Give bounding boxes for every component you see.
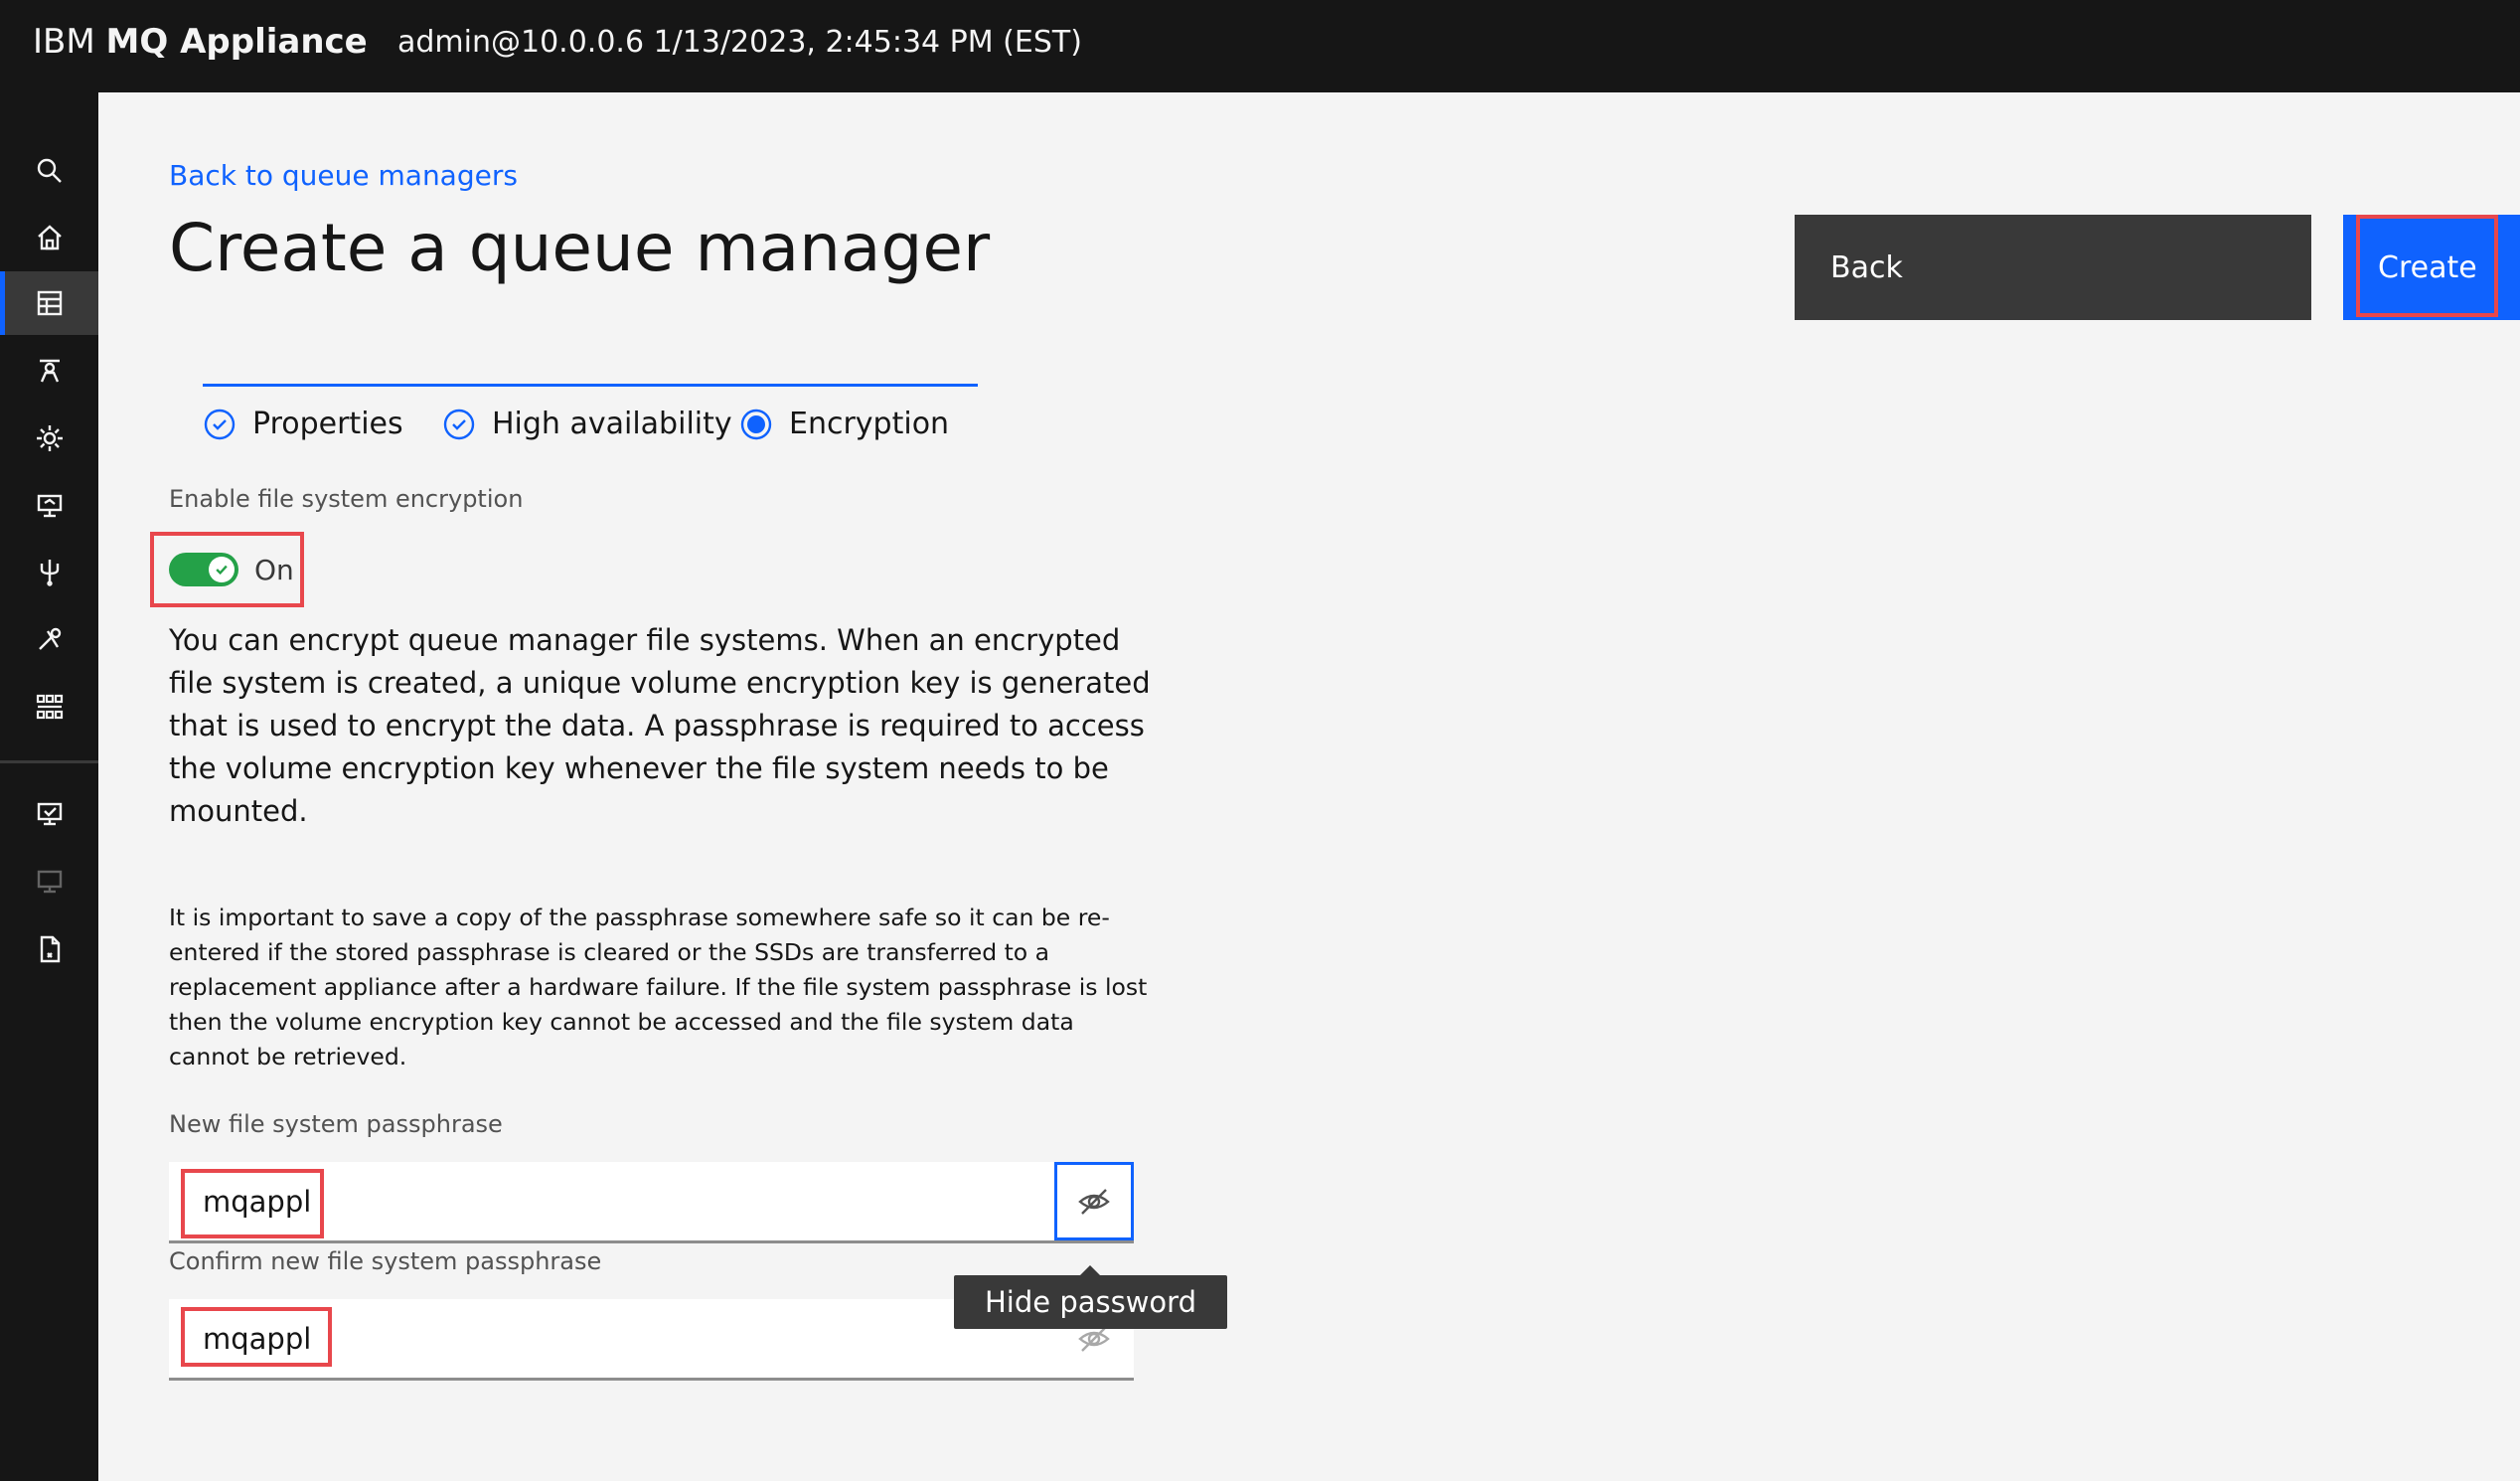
new-passphrase-label: New file system passphrase	[169, 1110, 503, 1138]
toggle-knob	[209, 557, 235, 582]
new-passphrase-input[interactable]	[169, 1162, 1043, 1240]
step-encryption[interactable]: Encryption	[739, 407, 949, 441]
main-content: Back to queue managers Create a queue ma…	[98, 92, 2520, 1481]
toggle-state-text: On	[254, 553, 294, 586]
monitor-disabled-icon	[37, 870, 62, 894]
hide-password-button[interactable]	[1054, 1162, 1134, 1240]
session-info: admin@10.0.0.6 1/13/2023, 2:45:34 PM (ES…	[397, 25, 1082, 60]
step-label: Properties	[252, 407, 403, 441]
sidebar-item-files[interactable]	[0, 917, 98, 981]
sidebar-item-search[interactable]	[0, 139, 98, 203]
progress-indicator-line	[203, 384, 978, 387]
sidebar-item-monitor-disabled	[0, 850, 98, 913]
eye-off-icon	[1078, 1188, 1110, 1215]
sidebar-item-queue-managers[interactable]	[0, 271, 98, 335]
monitor-check-icon	[37, 802, 62, 826]
encryption-description: You can encrypt queue manager file syste…	[169, 623, 1151, 828]
encryption-toggle-label: Enable file system encryption	[169, 485, 524, 513]
encryption-toggle[interactable]: On	[169, 553, 294, 586]
queue-managers-icon	[37, 290, 62, 316]
step-label: High availability	[492, 407, 732, 441]
page-title: Create a queue manager	[169, 210, 991, 286]
tools-icon	[38, 627, 61, 650]
new-passphrase-field	[169, 1162, 1134, 1243]
checkmark-outline-icon	[204, 409, 236, 439]
sidebar-item-tools[interactable]	[0, 607, 98, 671]
side-nav	[0, 92, 98, 1481]
grid-apps-icon	[36, 694, 63, 720]
current-step-icon	[740, 409, 772, 439]
network-icon	[37, 494, 62, 518]
step-high-availability[interactable]: High availability	[442, 407, 732, 441]
step-label: Encryption	[789, 407, 950, 441]
checkmark-outline-icon	[443, 409, 475, 439]
home-icon	[37, 225, 62, 250]
usb-icon	[40, 560, 59, 586]
sidebar-divider	[0, 760, 98, 763]
file-icon	[40, 935, 60, 963]
messaging-icon	[39, 359, 60, 383]
toggle-track[interactable]	[169, 553, 238, 586]
passphrase-warning: It is important to save a copy of the pa…	[169, 904, 1148, 1070]
sidebar-item-monitor[interactable]	[0, 782, 98, 846]
sidebar-item-apps[interactable]	[0, 675, 98, 739]
step-properties[interactable]: Properties	[203, 407, 403, 441]
hide-password-tooltip: Hide password	[954, 1265, 1227, 1329]
gear-icon	[36, 425, 63, 451]
back-to-queue-managers-link[interactable]: Back to queue managers	[169, 159, 518, 192]
app-brand[interactable]: IBM MQ Appliance	[33, 22, 368, 62]
checkmark-icon	[216, 565, 228, 576]
sidebar-item-usb[interactable]	[0, 540, 98, 603]
sidebar-item-messaging[interactable]	[0, 339, 98, 403]
sidebar-item-home[interactable]	[0, 206, 98, 269]
create-button[interactable]: Create	[2343, 215, 2520, 320]
sidebar-item-network[interactable]	[0, 474, 98, 538]
top-header: IBM MQ Appliance admin@10.0.0.6 1/13/202…	[0, 0, 2520, 92]
sidebar-item-settings[interactable]	[0, 407, 98, 470]
confirm-passphrase-label: Confirm new file system passphrase	[169, 1247, 602, 1275]
brand-name: MQ Appliance	[105, 22, 368, 62]
brand-prefix: IBM	[33, 22, 106, 62]
confirm-passphrase-input[interactable]	[169, 1299, 1043, 1378]
search-icon	[37, 158, 62, 183]
back-button[interactable]: Back	[1795, 215, 2311, 320]
